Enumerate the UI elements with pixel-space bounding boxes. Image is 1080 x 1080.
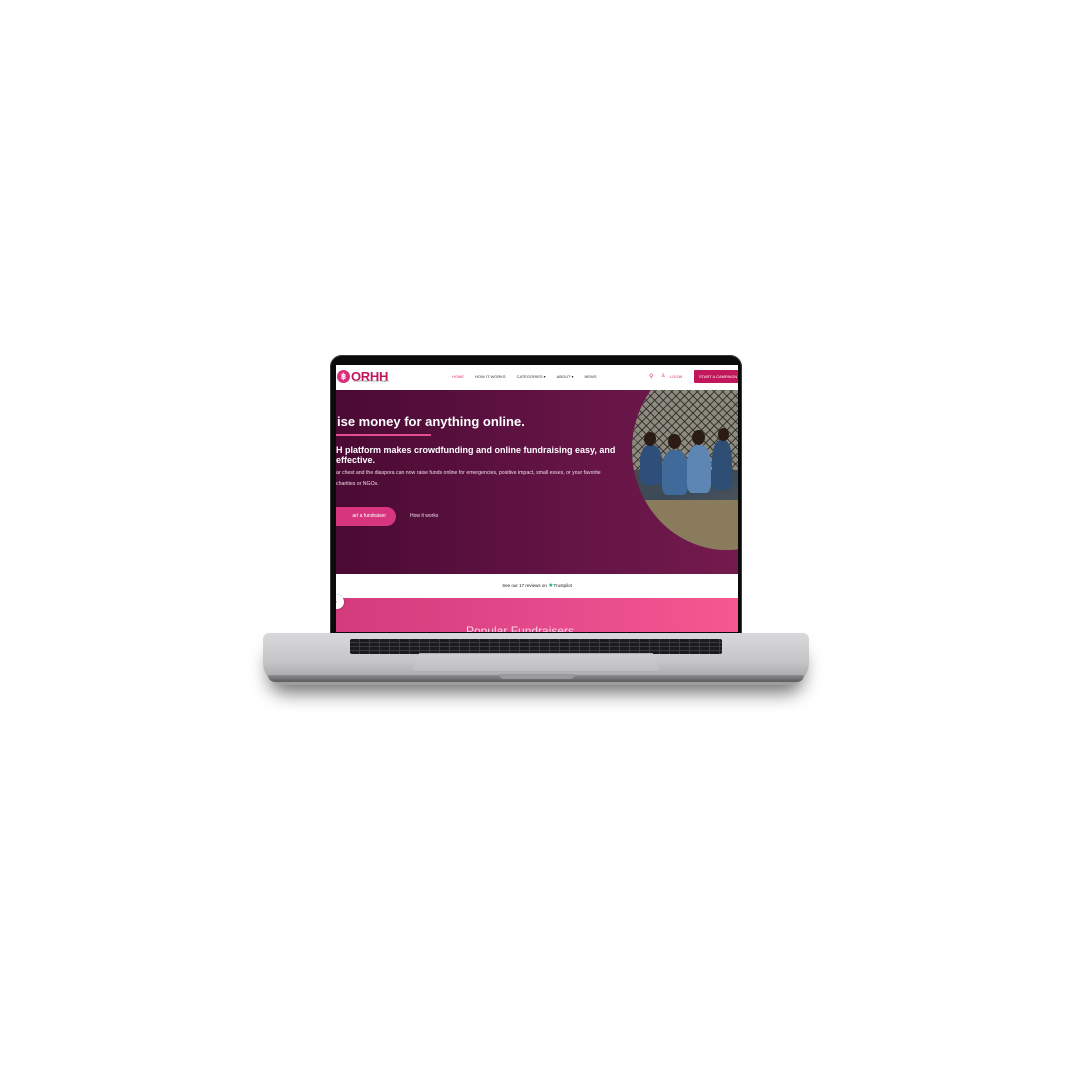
how-it-works-link[interactable]: How it works <box>410 513 438 519</box>
photo-child <box>662 450 688 495</box>
logo-mark-icon: ฿ <box>337 370 350 383</box>
mockup-stage: ฿ ORHH A PLATFORM FOR ALL NEEDS HOME HOW… <box>0 0 1080 1080</box>
nav-item-home[interactable]: HOME <box>452 374 464 379</box>
user-icon[interactable]: ♙ <box>661 373 665 379</box>
photo-child <box>640 445 662 485</box>
popular-fundraisers-heading: Popular Fundraisers <box>466 624 575 632</box>
search-icon[interactable]: ⚲ <box>649 373 653 380</box>
laptop-screen: ฿ ORHH A PLATFORM FOR ALL NEEDS HOME HOW… <box>336 365 738 632</box>
popular-fundraisers-section: Popular Fundraisers <box>336 598 738 632</box>
main-nav: HOME HOW IT WORKS CATEGORIES ▾ ABOUT ▾ N… <box>452 374 607 379</box>
hero-section: ise money for anything online. H platfor… <box>336 390 738 574</box>
photo-ground <box>632 500 738 550</box>
hero-photo-children <box>632 390 738 550</box>
laptop-notch <box>499 674 575 679</box>
photo-child-head <box>668 434 681 449</box>
nav-item-news[interactable]: NEWS <box>584 374 596 379</box>
start-campaign-button[interactable]: START A CAMPAIGN <box>694 370 738 383</box>
login-link[interactable]: LOGIN <box>670 374 682 379</box>
photo-child-head <box>692 430 705 445</box>
photo-child <box>687 445 711 493</box>
trustpilot-brand: Trustpilot <box>553 583 572 588</box>
photo-child-head <box>644 432 656 446</box>
nav-item-categories[interactable]: CATEGORIES ▾ <box>517 374 546 379</box>
logo-tagline: A PLATFORM FOR ALL NEEDS <box>353 380 389 383</box>
start-fundraiser-button[interactable]: art a fundraiser <box>336 507 396 526</box>
hero-title-underline <box>336 434 431 436</box>
trustpilot-bar[interactable]: See our 17 reviews on ★Trustpilot <box>336 574 738 598</box>
photo-child <box>712 440 732 490</box>
site-header: ฿ ORHH A PLATFORM FOR ALL NEEDS HOME HOW… <box>336 365 738 390</box>
hero-subtitle: H platform makes crowdfunding and online… <box>336 445 616 465</box>
photo-child-head <box>718 428 729 441</box>
trustpilot-text: See our 17 reviews on <box>502 583 547 588</box>
laptop-trackpad <box>412 653 660 672</box>
nav-item-about[interactable]: ABOUT ▾ <box>557 374 574 379</box>
nav-item-how-it-works[interactable]: HOW IT WORKS <box>475 374 506 379</box>
hero-title: ise money for anything online. <box>337 414 525 429</box>
hero-body-text: ar chest and the diaspora can now raise … <box>336 470 601 487</box>
laptop-keyboard <box>350 639 722 654</box>
